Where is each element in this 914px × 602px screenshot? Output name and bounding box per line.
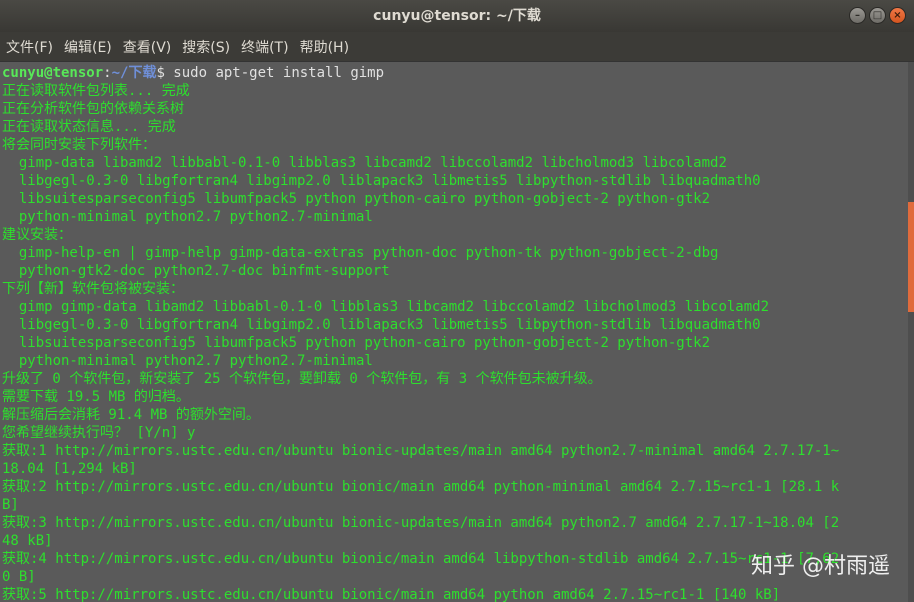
menu-view[interactable]: 查看(V)	[123, 37, 172, 57]
output-line: 获取:2 http://mirrors.ustc.edu.cn/ubuntu b…	[2, 479, 840, 495]
output-line: python-gtk2-doc python2.7-doc binfmt-sup…	[2, 263, 390, 279]
output-line: 将会同时安装下列软件：	[2, 137, 156, 153]
output-line: 需要下载 19.5 MB 的归档。	[2, 389, 190, 405]
watermark: 知乎 @村雨遥	[751, 554, 890, 579]
maximize-icon[interactable]: □	[869, 7, 886, 24]
menu-help[interactable]: 帮助(H)	[300, 37, 349, 57]
output-line: 建议安装：	[2, 227, 72, 243]
window-titlebar[interactable]: cunyu@tensor: ~/下载 – □ ×	[0, 0, 914, 32]
window-title: cunyu@tensor: ~/下载	[373, 8, 541, 24]
output-line: libsuitesparseconfig5 libumfpack5 python…	[2, 335, 711, 351]
output-line: B]	[2, 497, 19, 513]
menu-terminal[interactable]: 终端(T)	[241, 37, 288, 57]
output-line: 您希望继续执行吗？ [Y/n] y	[2, 425, 196, 441]
output-line: python-minimal python2.7 python2.7-minim…	[2, 353, 373, 369]
prompt-path: ~/下载	[111, 65, 157, 81]
output-line: 获取:5 http://mirrors.ustc.edu.cn/ubuntu b…	[2, 587, 781, 602]
output-line: gimp gimp-data libamd2 libbabl-0.1-0 lib…	[2, 299, 770, 315]
output-line: libgegl-0.3-0 libgfortran4 libgimp2.0 li…	[2, 173, 761, 189]
output-line: 解压缩后会消耗 91.4 MB 的额外空间。	[2, 407, 260, 423]
output-line: gimp-data libamd2 libbabl-0.1-0 libblas3…	[2, 155, 727, 171]
output-line: 正在分析软件包的依赖关系树	[2, 101, 184, 117]
output-line: 升级了 0 个软件包，新安装了 25 个软件包，要卸载 0 个软件包，有 3 个…	[2, 371, 602, 387]
menu-edit[interactable]: 编辑(E)	[64, 37, 112, 57]
output-line: libgegl-0.3-0 libgfortran4 libgimp2.0 li…	[2, 317, 761, 333]
output-line: 下列【新】软件包将被安装：	[2, 281, 184, 297]
prompt-user: cunyu@tensor	[2, 65, 104, 81]
terminal-scrollbar[interactable]	[908, 62, 914, 602]
menu-search[interactable]: 搜索(S)	[182, 37, 230, 57]
prompt-command: $ sudo apt-get install gimp	[156, 65, 385, 81]
output-line: gimp-help-en | gimp-help gimp-data-extra…	[2, 245, 719, 261]
minimize-icon[interactable]: –	[849, 7, 866, 24]
output-line: python-minimal python2.7 python2.7-minim…	[2, 209, 373, 225]
scrollbar-thumb[interactable]	[908, 202, 914, 312]
output-line: 获取:3 http://mirrors.ustc.edu.cn/ubuntu b…	[2, 515, 840, 531]
terminal-output[interactable]: cunyu@tensor:~/下载$ sudo apt-get install …	[0, 62, 908, 602]
close-icon[interactable]: ×	[889, 7, 906, 24]
prompt-line: cunyu@tensor:~/下载$ sudo apt-get install …	[2, 64, 908, 82]
output-line: libsuitesparseconfig5 libumfpack5 python…	[2, 191, 711, 207]
output-line: 正在读取状态信息... 完成	[2, 119, 176, 135]
window-controls: – □ ×	[849, 7, 906, 24]
prompt-separator: :	[103, 65, 112, 81]
menu-file[interactable]: 文件(F)	[6, 37, 53, 57]
menu-bar: 文件(F) 编辑(E) 查看(V) 搜索(S) 终端(T) 帮助(H)	[0, 32, 914, 61]
output-line: 18.04 [1,294 kB]	[2, 461, 137, 477]
output-line: 获取:1 http://mirrors.ustc.edu.cn/ubuntu b…	[2, 443, 840, 459]
output-line: 正在读取软件包列表... 完成	[2, 83, 190, 99]
